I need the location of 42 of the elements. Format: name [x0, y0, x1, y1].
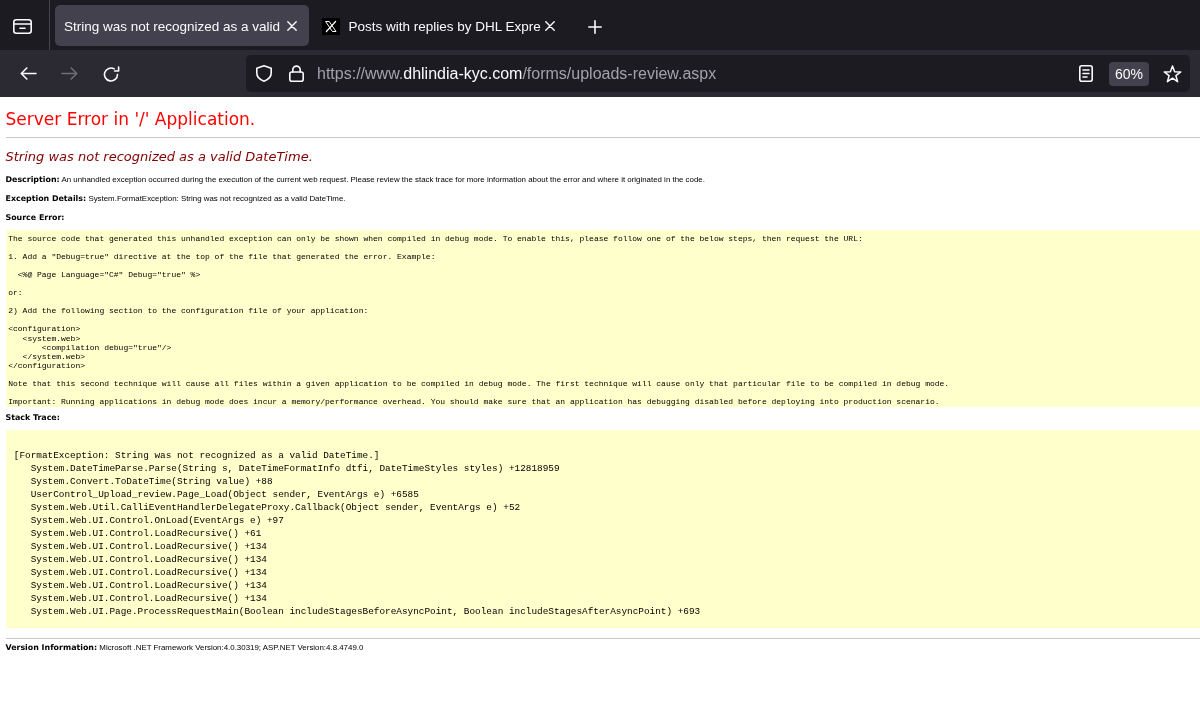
code-line: 2) Add the following section to the configuration file of your application: — [8, 306, 369, 316]
browser-tab[interactable]: Posts with replies by DHL Expre — [313, 5, 567, 46]
stack-trace-line: System.Web.UI.Control.LoadRecursive() +134 — [29, 592, 267, 606]
close-icon[interactable] — [545, 21, 555, 31]
stack-trace-line: [FormatException: String was not recognized as a valid DateTime.] — [13, 450, 380, 464]
code-line: <system.web> — [21, 333, 81, 343]
stack-trace-line: System.Convert.ToDateTime(String value) +88 — [29, 476, 273, 490]
code-line: or: — [8, 288, 23, 298]
error-title: Server Error in '/' Application. — [5, 108, 256, 130]
stack-trace-line: System.DateTimeParse.Parse(String s, DateTimeFormatInfo dtfi, DateTimeStyles styles) +12818959 — [29, 463, 560, 477]
error-message: String was not recognized as a valid DateTime. — [5, 149, 313, 165]
code-line: 1. Add a "Debug=true" directive at the top of the file that generated the error. Example: — [8, 251, 436, 261]
code-line: </configuration> — [8, 360, 85, 370]
code-line: <compilation debug="true"/> — [41, 342, 172, 352]
stack-trace-line: System.Web.UI.Control.LoadRecursive() +134 — [29, 553, 267, 567]
code-line: Note that this second technique will cause all files within a given application to be compiled in debug mode. The first technique will cause only that particular file to be compiled in debug mode. — [8, 379, 950, 389]
code-line: Important: Running applications in debug mode does incur a memory/performance overhead. You should make sure that an application has debugging disabled before deploying into production scenario. — [8, 397, 940, 407]
code-line: <%@ Page Language="C#" Debug="true" %> — [16, 269, 201, 279]
address-bar[interactable]: https://www.dhlindia-kyc.com/forms/uploads-review.aspx 60% — [246, 55, 1190, 92]
stack-trace-line: System.Web.UI.Control.LoadRecursive() +134 — [29, 579, 267, 593]
stack-trace-line: System.Web.UI.Control.LoadRecursive() +134 — [29, 566, 267, 580]
box-icon[interactable] — [13, 19, 32, 34]
reload-icon[interactable] — [102, 65, 120, 82]
star-icon[interactable] — [1163, 64, 1182, 83]
browser-tab[interactable]: String was not recognized as a valid — [55, 5, 309, 46]
stack-trace-line: System.Web.UI.Control.LoadRecursive() +134 — [29, 540, 267, 554]
stack-trace-line: System.Web.UI.Control.LoadRecursive() +61 — [29, 528, 262, 541]
zoom-button[interactable]: 60% — [1109, 61, 1149, 86]
shield-icon[interactable] — [256, 65, 272, 82]
code-line: <configuration> — [8, 324, 81, 334]
stack-trace-line: System.Web.Util.CalliEventHandlerDelegateProxy.Callback(Object sender, EventArgs e) +52 — [29, 502, 521, 516]
stack-trace-line: System.Web.UI.Control.OnLoad(EventArgs e) +97 — [29, 515, 284, 528]
stack-trace-line: UserControl_Upload_review.Page_Load(Object sender, EventArgs e) +6585 — [29, 489, 419, 503]
lock-icon[interactable] — [289, 65, 304, 82]
plus-icon[interactable] — [587, 19, 602, 34]
document-icon[interactable] — [1079, 65, 1093, 82]
code-line: </system.web> — [22, 351, 85, 361]
back-icon[interactable] — [19, 67, 37, 80]
url-text[interactable]: https://www.dhlindia-kyc.com/forms/uploads-review.aspx — [317, 64, 1079, 83]
close-icon[interactable] — [287, 21, 297, 31]
code-line: The source code that generated this unhandled exception can only be shown when compiled in debug mode. To enable this, please follow one of the below steps, then request the URL: — [8, 233, 863, 243]
stack-trace-line: System.Web.UI.Page.ProcessRequestMain(Boolean includeStagesBeforeAsyncPoint, Boolean includeStagesAfterAsyncPoint) +693 — [29, 605, 701, 619]
